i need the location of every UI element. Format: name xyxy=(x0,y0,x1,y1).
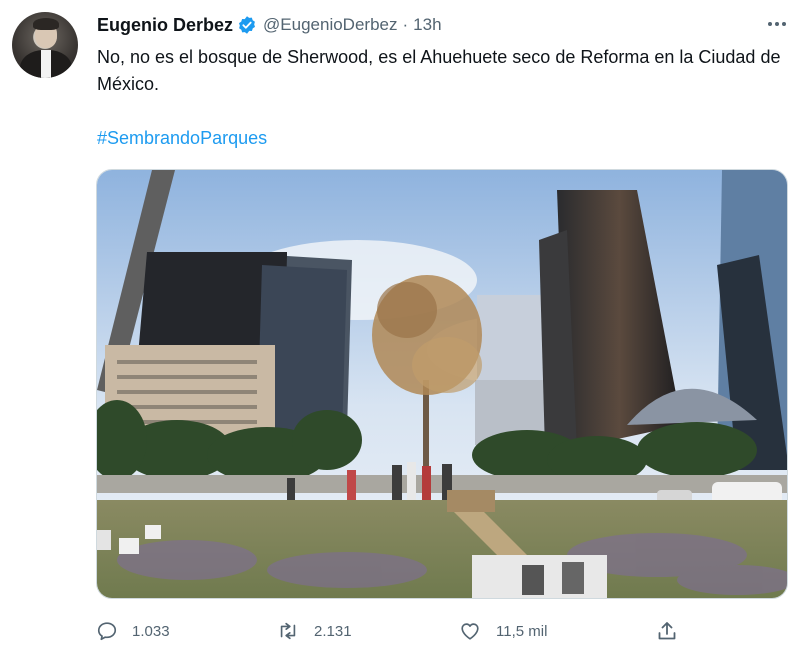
avatar-shirt xyxy=(41,50,51,78)
avatar[interactable] xyxy=(12,12,78,78)
separator-dot: · xyxy=(402,15,409,34)
tweet-text: No, no es el bosque de Sherwood, es el A… xyxy=(97,47,781,94)
retweet-icon xyxy=(276,620,300,642)
more-dot xyxy=(775,22,779,26)
like-icon xyxy=(458,620,482,642)
tweet-photo[interactable] xyxy=(96,169,788,599)
user-handle[interactable]: @EugenioDerbez xyxy=(263,15,397,35)
reply-button[interactable]: 1.033 xyxy=(96,614,170,648)
like-button[interactable]: 11,5 mil xyxy=(458,614,547,648)
reply-icon xyxy=(96,620,118,642)
share-icon xyxy=(655,619,679,643)
retweet-button[interactable]: 2.131 xyxy=(276,614,352,648)
timestamp[interactable]: 13h xyxy=(413,15,441,35)
photo-of-dry-tree-among-skyscrapers xyxy=(97,170,787,598)
more-dot xyxy=(768,22,772,26)
display-name[interactable]: Eugenio Derbez xyxy=(97,15,233,36)
verified-badge-icon xyxy=(237,15,257,35)
hashtag-link[interactable]: #SembrandoParques xyxy=(97,125,267,152)
avatar-hair xyxy=(33,18,59,30)
tweet[interactable]: Eugenio Derbez @EugenioDerbez · 13h No, … xyxy=(0,0,800,670)
retweet-count: 2.131 xyxy=(314,622,352,640)
reply-count: 1.033 xyxy=(132,622,170,640)
tweet-actions: 1.033 2.131 11,5 mil xyxy=(96,614,696,648)
more-dot xyxy=(782,22,786,26)
tweet-header: Eugenio Derbez @EugenioDerbez · 13h xyxy=(97,13,442,37)
more-icon[interactable] xyxy=(764,14,790,34)
share-button[interactable] xyxy=(655,614,679,648)
like-count: 11,5 mil xyxy=(496,622,548,640)
